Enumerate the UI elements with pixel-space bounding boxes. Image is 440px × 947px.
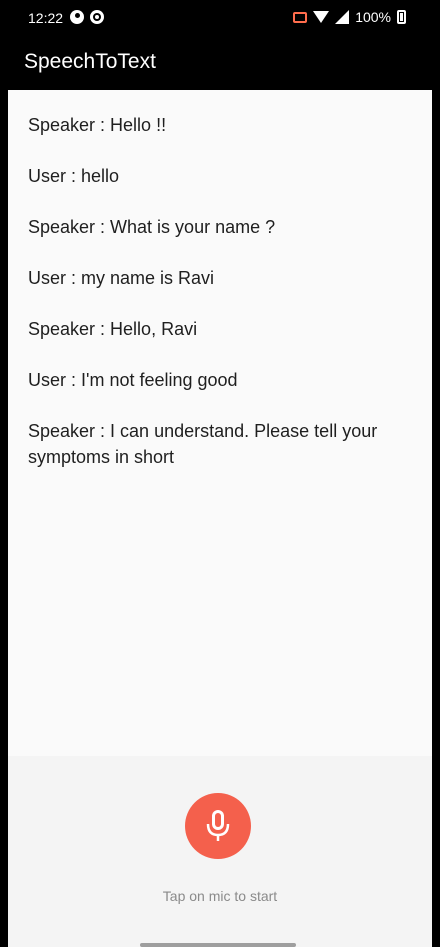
message-list: Speaker : Hello !! User : hello Speaker : … xyxy=(28,112,398,495)
gesture-nav-handle[interactable] xyxy=(140,943,296,947)
record-icon xyxy=(90,10,104,24)
battery-icon xyxy=(397,10,406,24)
speaker-message: Speaker : I can understand. Please tell … xyxy=(28,421,378,467)
user-message: User : hello xyxy=(28,166,120,186)
signal-icon xyxy=(335,10,350,24)
mic-button[interactable] xyxy=(185,793,251,859)
status-time: 12:22 xyxy=(28,10,64,26)
speaker-message: Speaker : Hello !! xyxy=(28,115,167,135)
conversation-area[interactable]: Speaker : Hello !! User : hello Speaker : … xyxy=(8,90,432,756)
app-bar: SpeechToText xyxy=(0,36,440,90)
battery-percent: 100% xyxy=(355,9,391,25)
status-right-icons: 100% xyxy=(293,9,406,25)
p-icon xyxy=(70,10,84,24)
cast-icon xyxy=(293,11,308,23)
mic-panel: Tap on mic to start xyxy=(8,756,432,947)
user-message: User : I'm not feeling good xyxy=(28,370,238,390)
wifi-icon xyxy=(313,11,330,23)
mic-hint: Tap on mic to start xyxy=(162,888,278,904)
status-left-icons xyxy=(70,10,104,24)
speaker-message: Speaker : Hello, Ravi xyxy=(28,319,198,339)
status-bar: 12:22 100% xyxy=(0,0,440,36)
microphone-icon xyxy=(206,810,230,841)
app-title: SpeechToText xyxy=(24,50,156,73)
user-message: User : my name is Ravi xyxy=(28,268,215,288)
speaker-message: Speaker : What is your name ? xyxy=(28,217,276,237)
